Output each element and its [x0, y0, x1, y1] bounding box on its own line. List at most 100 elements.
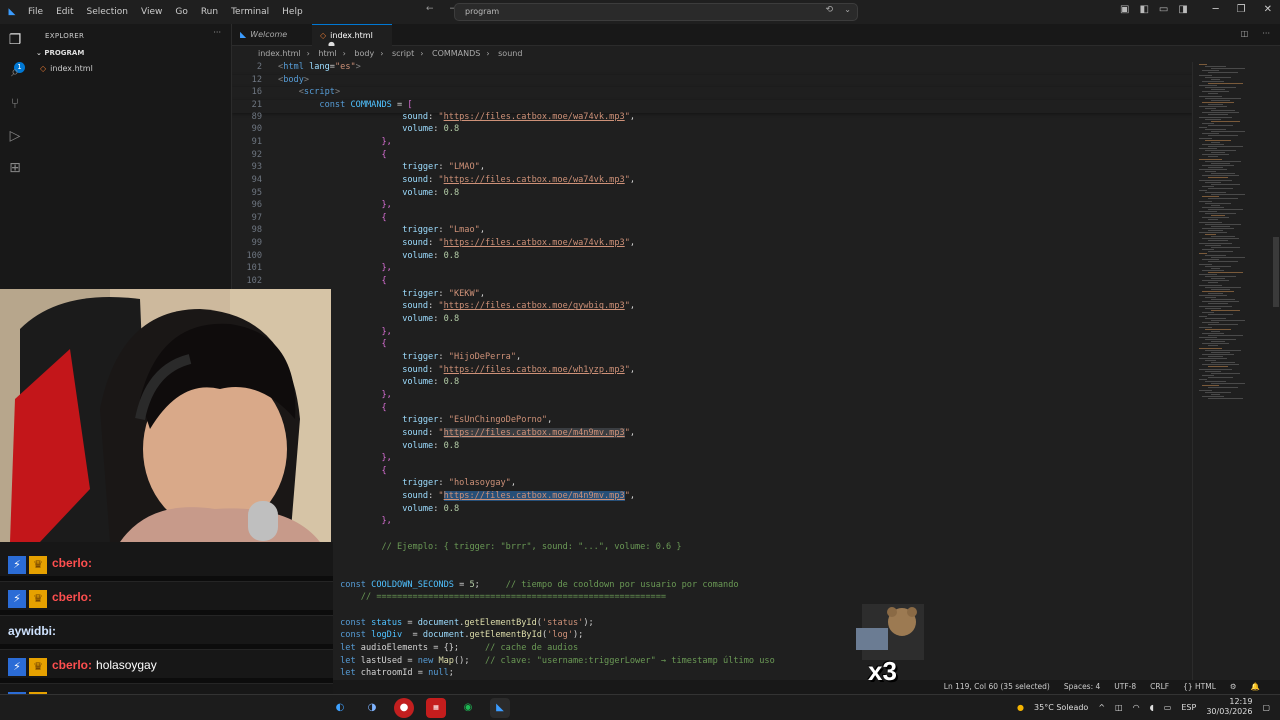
edge-icon[interactable]: ◐ — [330, 698, 350, 718]
restore-icon[interactable]: ❐ — [1237, 4, 1246, 15]
clock[interactable]: 12:19 30/03/2026 — [1206, 697, 1252, 717]
weather-text[interactable]: 35°C Soleado — [1034, 703, 1088, 712]
minimize-icon[interactable]: ─ — [1213, 4, 1219, 15]
run-debug-icon[interactable]: ▷ — [6, 128, 24, 146]
code-line[interactable]: }, — [232, 516, 1192, 529]
chat-username[interactable]: cberlo:holasoygay — [52, 658, 157, 672]
sticky-scroll-line[interactable]: 2 <html lang="es"> — [232, 62, 1192, 75]
breadcrumb-item[interactable]: index.html — [258, 49, 301, 58]
line-ending[interactable]: CRLF — [1150, 682, 1169, 691]
obs-icon[interactable]: ● — [394, 698, 414, 718]
code-line[interactable]: trigger: "KEKW", — [232, 289, 1192, 302]
menu-item-go[interactable]: Go — [175, 7, 187, 17]
code-line[interactable]: // =====================================… — [232, 592, 1192, 605]
split-editor-icon[interactable]: ◫ — [1241, 29, 1249, 38]
cursor-position[interactable]: Ln 119, Col 60 (35 selected) — [944, 682, 1050, 691]
minimap[interactable] — [1192, 62, 1272, 680]
search-icon[interactable]: ⌕ — [6, 64, 24, 82]
code-line[interactable]: { — [232, 339, 1192, 352]
code-line[interactable]: let audioElements = {}; // cache de audi… — [232, 643, 1192, 656]
code-line[interactable] — [232, 554, 1192, 567]
code-line[interactable]: }, — [232, 453, 1192, 466]
code-line[interactable]: 95 volume: 0.8 — [232, 188, 1192, 201]
code-line[interactable]: 97 { — [232, 213, 1192, 226]
code-line[interactable]: // Ejemplo: { trigger: "brrr", sound: ".… — [232, 542, 1192, 555]
more-actions-icon[interactable]: ··· — [213, 28, 221, 37]
breadcrumb-item[interactable]: script — [392, 49, 414, 58]
vscode-taskbar-icon[interactable]: ◣ — [490, 698, 510, 718]
code-line[interactable]: 101 }, — [232, 263, 1192, 276]
code-line[interactable]: trigger: "EsUnChingoDePorno", — [232, 415, 1192, 428]
code-line[interactable]: sound: "https://files.catbox.moe/gywbig.… — [232, 301, 1192, 314]
chat-username[interactable]: cberlo: — [52, 590, 96, 604]
folder-program[interactable]: ⌄ PROGRAM — [36, 49, 84, 57]
language-indicator[interactable]: ESP — [1181, 703, 1196, 712]
code-line[interactable]: const logDiv = document.getElementById('… — [232, 630, 1192, 643]
layout-icon[interactable]: ▣ — [1120, 4, 1129, 15]
code-line[interactable]: sound: "https://files.catbox.moe/m4n9mv.… — [232, 427, 1192, 441]
breadcrumb-item[interactable]: body — [354, 49, 374, 58]
code-editor[interactable]: 2 <html lang="es"> 12 <body> 16 <script> 21 c… — [232, 62, 1192, 680]
battery-icon[interactable]: ▭ — [1164, 703, 1172, 712]
breadcrumb-item[interactable]: COMMANDS — [432, 49, 480, 58]
encoding[interactable]: UTF-8 — [1114, 682, 1136, 691]
chat-username[interactable]: aywidbi: — [8, 624, 60, 638]
scrollbar[interactable] — [1272, 62, 1280, 680]
code-line[interactable]: { — [232, 466, 1192, 479]
file-index-html[interactable]: ◇ index.html — [40, 64, 93, 73]
breadcrumb-item[interactable]: sound — [498, 49, 522, 58]
code-line[interactable]: 93 trigger: "LMAO", — [232, 162, 1192, 175]
menu-item-view[interactable]: View — [141, 7, 162, 17]
tab-welcome[interactable]: ◣ Welcome — [232, 24, 310, 46]
code-line[interactable]: }, — [232, 327, 1192, 340]
code-line[interactable]: 90 volume: 0.8 — [232, 124, 1192, 137]
code-line[interactable]: trigger: "holasoygay", — [232, 478, 1192, 491]
toggle-secondary-icon[interactable]: ◨ — [1178, 4, 1187, 15]
code-line[interactable]: 96 }, — [232, 200, 1192, 213]
breadcrumb-item[interactable]: html — [318, 49, 336, 58]
tab-index-html[interactable]: ◇ index.html ● — [312, 24, 392, 49]
code-line[interactable] — [232, 567, 1192, 580]
extensions-icon[interactable]: ⊞ — [6, 160, 24, 178]
code-line[interactable]: let lastUsed = new Map(); // clave: "use… — [232, 656, 1192, 669]
notification-icon[interactable]: ▢ — [1262, 703, 1270, 712]
spotify-icon[interactable]: ◉ — [458, 698, 478, 718]
volume-icon[interactable]: ◖ — [1150, 703, 1154, 712]
toggle-panel-icon[interactable]: ▭ — [1159, 4, 1168, 15]
code-line[interactable]: sound: "https://files.catbox.moe/wh1yzp.… — [232, 365, 1192, 378]
code-line[interactable]: const COOLDOWN_SECONDS = 5; // tiempo de… — [232, 580, 1192, 593]
code-line[interactable]: 98 trigger: "Lmao", — [232, 225, 1192, 238]
chat-username[interactable]: cberlo: — [52, 556, 96, 570]
code-line[interactable] — [232, 605, 1192, 618]
app-icon[interactable]: ▦ — [426, 698, 446, 718]
wifi-icon[interactable]: ◠ — [1133, 703, 1140, 712]
menu-item-edit[interactable]: Edit — [56, 7, 73, 17]
back-arrow-icon[interactable]: ← — [426, 4, 434, 14]
code-line[interactable]: 102 { — [232, 276, 1192, 289]
scrollbar-thumb[interactable] — [1273, 237, 1279, 307]
menu-item-selection[interactable]: Selection — [87, 7, 128, 17]
code-line[interactable]: 100 volume: 0.8 — [232, 251, 1192, 264]
code-line[interactable]: }, — [232, 390, 1192, 403]
code-line[interactable]: 94 sound: "https://files.catbox.moe/wa74… — [232, 175, 1192, 188]
explorer-icon[interactable]: ❐ — [6, 32, 24, 50]
chevron-up-icon[interactable]: ^ — [1098, 703, 1105, 712]
code-line[interactable]: { — [232, 403, 1192, 416]
indentation[interactable]: Spaces: 4 — [1064, 682, 1100, 691]
code-line[interactable]: 99 sound: "https://files.catbox.moe/wa74… — [232, 238, 1192, 251]
menu-item-help[interactable]: Help — [282, 7, 303, 17]
code-line[interactable]: const status = document.getElementById('… — [232, 618, 1192, 631]
toggle-sidebar-icon[interactable]: ◧ — [1139, 4, 1148, 15]
code-line[interactable] — [232, 529, 1192, 542]
code-line[interactable]: sound: "https://files.catbox.moe/m4n9mv.… — [232, 491, 1192, 504]
chevron-down-icon[interactable]: ⌄ — [844, 5, 851, 14]
sticky-scroll-line[interactable]: 12 <body> — [232, 74, 1192, 88]
code-line[interactable]: volume: 0.8 — [232, 377, 1192, 390]
sticky-scroll-line[interactable]: 16 <script> — [232, 87, 1192, 100]
code-line[interactable]: 91 }, — [232, 137, 1192, 150]
code-line[interactable]: volume: 0.8 — [232, 441, 1192, 454]
menu-item-run[interactable]: Run — [201, 7, 218, 17]
menu-item-file[interactable]: File — [28, 7, 43, 17]
menu-item-terminal[interactable]: Terminal — [231, 7, 269, 17]
code-line[interactable]: 92 { — [232, 150, 1192, 163]
